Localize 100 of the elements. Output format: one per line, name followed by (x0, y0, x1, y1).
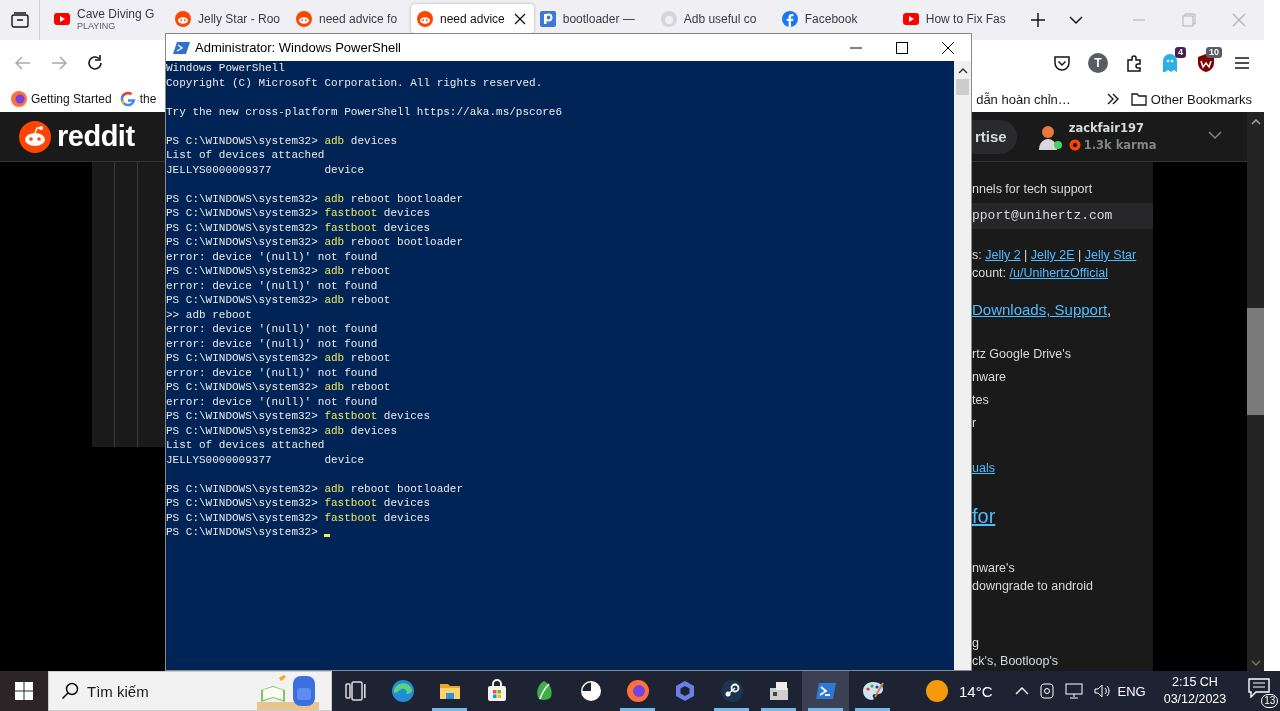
console-line: PS C:\WINDOWS\system32> adb devices (166, 133, 399, 148)
alien-icon (417, 10, 433, 27)
shield-icon (1197, 53, 1215, 73)
console-line: Windows PowerShell (166, 61, 286, 76)
maximize-icon[interactable] (896, 41, 908, 54)
account-avatar[interactable]: T (1088, 53, 1108, 73)
site-name[interactable]: reddit (57, 120, 135, 153)
console-line: PS C:\WINDOWS\system32> fastboot devices (166, 409, 432, 424)
sidebar-text: downgrade to android (972, 579, 1093, 593)
extension-badge: 10 (1206, 47, 1222, 58)
console-line: PS C:\WINDOWS\system32> adb reboot (166, 293, 392, 308)
camera-icon[interactable] (1039, 683, 1054, 699)
sidebar-text: g (972, 636, 979, 650)
sun-icon (925, 679, 949, 703)
windows-logo-icon (15, 682, 33, 700)
circle-icon (781, 10, 798, 27)
console-line: PS C:\WINDOWS\system32> adb reboot bootloader (166, 481, 465, 496)
language-indicator[interactable]: ENG (1117, 683, 1146, 699)
playing-label: PLAYING (77, 20, 116, 31)
console-line: error: device '(null)' not found (166, 394, 379, 409)
tab[interactable]: Adb useful co (654, 4, 776, 33)
console-line: error: device '(null)' not found (166, 365, 379, 380)
link[interactable]: Jelly 2 (985, 248, 1021, 262)
tab[interactable]: How to Fix Fas (896, 4, 1018, 33)
console-line: PS C:\WINDOWS\system32> adb reboot bootloader (166, 235, 465, 250)
tab[interactable]: bootloader — (533, 4, 655, 33)
scrollbar-thumb[interactable] (956, 79, 969, 95)
sidebar-text: tes (972, 393, 989, 407)
tab[interactable]: Facebook (775, 4, 897, 33)
clock[interactable]: 2:15 CH 03/12/2023 (1163, 674, 1227, 708)
console-line: Copyright (C) Microsoft Corporation. All rights reserved. (166, 75, 544, 90)
console-line: error: device '(null)' not found (166, 322, 379, 337)
folder-icon (1130, 92, 1147, 106)
notification-count: 13 (1261, 694, 1279, 708)
palette-icon (860, 679, 885, 703)
scrollbar[interactable] (954, 61, 971, 670)
karma-count: 1.3k karma (1083, 138, 1157, 152)
link[interactable]: Jelly 2E (1030, 248, 1075, 262)
tab-list-icon[interactable] (10, 12, 29, 28)
sidebar-text: ck's, Bootloop's (972, 654, 1059, 668)
link[interactable]: /u/UnihertzOfficial (1009, 266, 1108, 280)
close-icon[interactable] (942, 41, 954, 54)
temperature: 14°C (959, 682, 993, 700)
terminal-icon (173, 40, 190, 55)
chat-icon (1248, 678, 1271, 698)
volume-icon[interactable] (1093, 683, 1112, 699)
plus-icon[interactable] (1029, 12, 1046, 28)
link[interactable]: for (972, 505, 996, 527)
console-line: List of devices attached (166, 438, 326, 453)
scrollbar[interactable] (1247, 112, 1264, 671)
sidebar-text: nware's (972, 561, 1015, 575)
link[interactable]: uals (972, 461, 995, 475)
round-logo-icon (11, 91, 27, 107)
scroll-up-icon[interactable] (957, 66, 968, 76)
console-line: PS C:\WINDOWS\system32> fastboot devices (166, 496, 432, 511)
advertise-button[interactable]: rtise (972, 119, 1017, 154)
task-view-icon (343, 679, 368, 703)
alien-icon (296, 10, 312, 27)
reload-icon[interactable] (86, 54, 104, 72)
bookmark[interactable]: the (119, 91, 157, 107)
console-line: PS C:\WINDOWS\system32> fastboot devices (166, 220, 432, 235)
console-prompt: PS C:\WINDOWS\system32> (166, 526, 318, 538)
console-line: PS C:\WINDOWS\system32> adb reboot (166, 380, 392, 395)
window-title: Administrator: Windows PowerShell (195, 40, 401, 55)
bookmark-folder[interactable]: Other Bookmarks (1130, 91, 1252, 107)
search-bar[interactable]: Tìm kiếm (48, 671, 332, 711)
link[interactable]: Jelly Star (1084, 248, 1137, 262)
sidebar-text: s: Jelly 2 | Jelly 2E | Jelly Star (972, 248, 1137, 262)
scrollbar-thumb[interactable] (1247, 308, 1264, 415)
username[interactable]: zackfair197 (1068, 121, 1157, 135)
bookmark[interactable]: Getting Started (11, 91, 112, 107)
console-line: PS C:\WINDOWS\system32> adb devices (166, 423, 399, 438)
console-line: PS C:\WINDOWS\system32> fastboot devices (166, 206, 432, 221)
sidebar-text: Downloads, Support, (972, 301, 1112, 318)
network-icon[interactable] (1064, 683, 1083, 699)
menu-icon[interactable] (1233, 54, 1251, 72)
play-icon (54, 12, 70, 25)
tab[interactable]: need advice (411, 4, 534, 33)
tab[interactable]: need advice fo (290, 4, 411, 33)
console-line: error: device '(null)' not found (166, 249, 379, 264)
round-logo-icon (625, 679, 650, 703)
sidebar-text: count: /u/UnihertzOfficial (972, 266, 1108, 280)
search-input[interactable]: Tìm kiếm (87, 682, 257, 700)
console-line: Try the new cross-platform PowerShell https://aka.ms/pscore6 (166, 104, 564, 119)
console-line: >> adb reboot (166, 307, 253, 322)
puzzle-icon[interactable] (1125, 54, 1143, 72)
search-icon (61, 682, 79, 700)
start-button[interactable] (0, 671, 48, 711)
swirl-icon (390, 679, 415, 703)
tab[interactable]: Jelly Star - Roo (169, 4, 290, 33)
console-line: PS C:\WINDOWS\system32> adb reboot (166, 264, 392, 279)
pie-icon (578, 679, 603, 703)
console-line: PS C:\WINDOWS\system32> adb reboot bootloader (166, 191, 465, 206)
chevron-shield-icon[interactable] (1053, 54, 1071, 72)
ring-icon (119, 91, 136, 107)
bookmark[interactable]: dẫn hoàn chỉn… (976, 91, 1071, 107)
notification-button[interactable]: 13 (1246, 674, 1279, 708)
alien-icon[interactable] (19, 120, 51, 153)
sidebar-text: nware (972, 370, 1007, 384)
tab[interactable]: Cave Diving G PLAYING (48, 4, 169, 33)
